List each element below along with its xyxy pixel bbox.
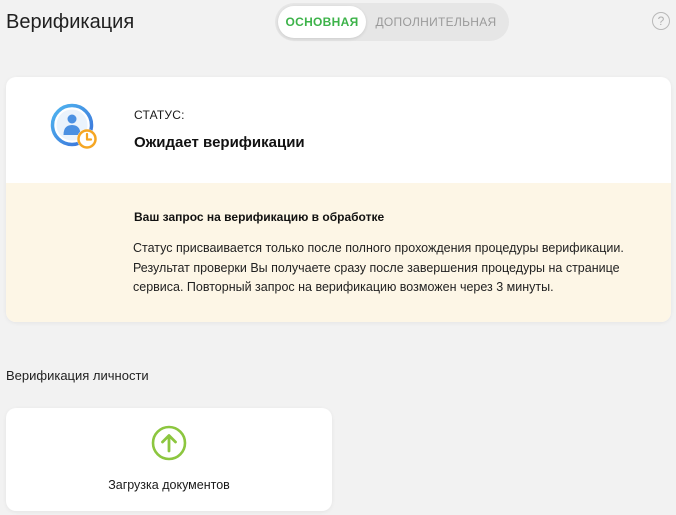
- tab-additional[interactable]: ДОПОЛНИТЕЛЬНАЯ: [366, 6, 506, 38]
- status-notice: Ваш запрос на верификацию в обработке Ст…: [6, 183, 671, 322]
- user-clock-icon: [50, 103, 97, 149]
- notice-title: Ваш запрос на верификацию в обработке: [134, 210, 385, 224]
- status-card: СТАТУС: Ожидает верификации Ваш запрос н…: [6, 77, 671, 322]
- upload-documents-label: Загрузка документов: [108, 478, 230, 492]
- tab-switcher: ОСНОВНАЯ ДОПОЛНИТЕЛЬНАЯ: [275, 3, 509, 41]
- verification-page: Верификация ОСНОВНАЯ ДОПОЛНИТЕЛЬНАЯ ? СТ…: [0, 0, 676, 515]
- upload-arrow-icon: [151, 425, 187, 461]
- page-title: Верификация: [6, 11, 135, 33]
- help-icon[interactable]: ?: [652, 12, 670, 30]
- notice-text: Статус присваивается только после полног…: [133, 241, 624, 294]
- tab-main[interactable]: ОСНОВНАЯ: [278, 6, 366, 38]
- upload-documents-button[interactable]: Загрузка документов: [6, 408, 332, 511]
- identity-section-title: Верификация личности: [6, 368, 149, 383]
- status-header: СТАТУС: Ожидает верификации: [6, 77, 671, 183]
- status-label: СТАТУС:: [134, 108, 185, 122]
- status-value: Ожидает верификации: [134, 134, 305, 151]
